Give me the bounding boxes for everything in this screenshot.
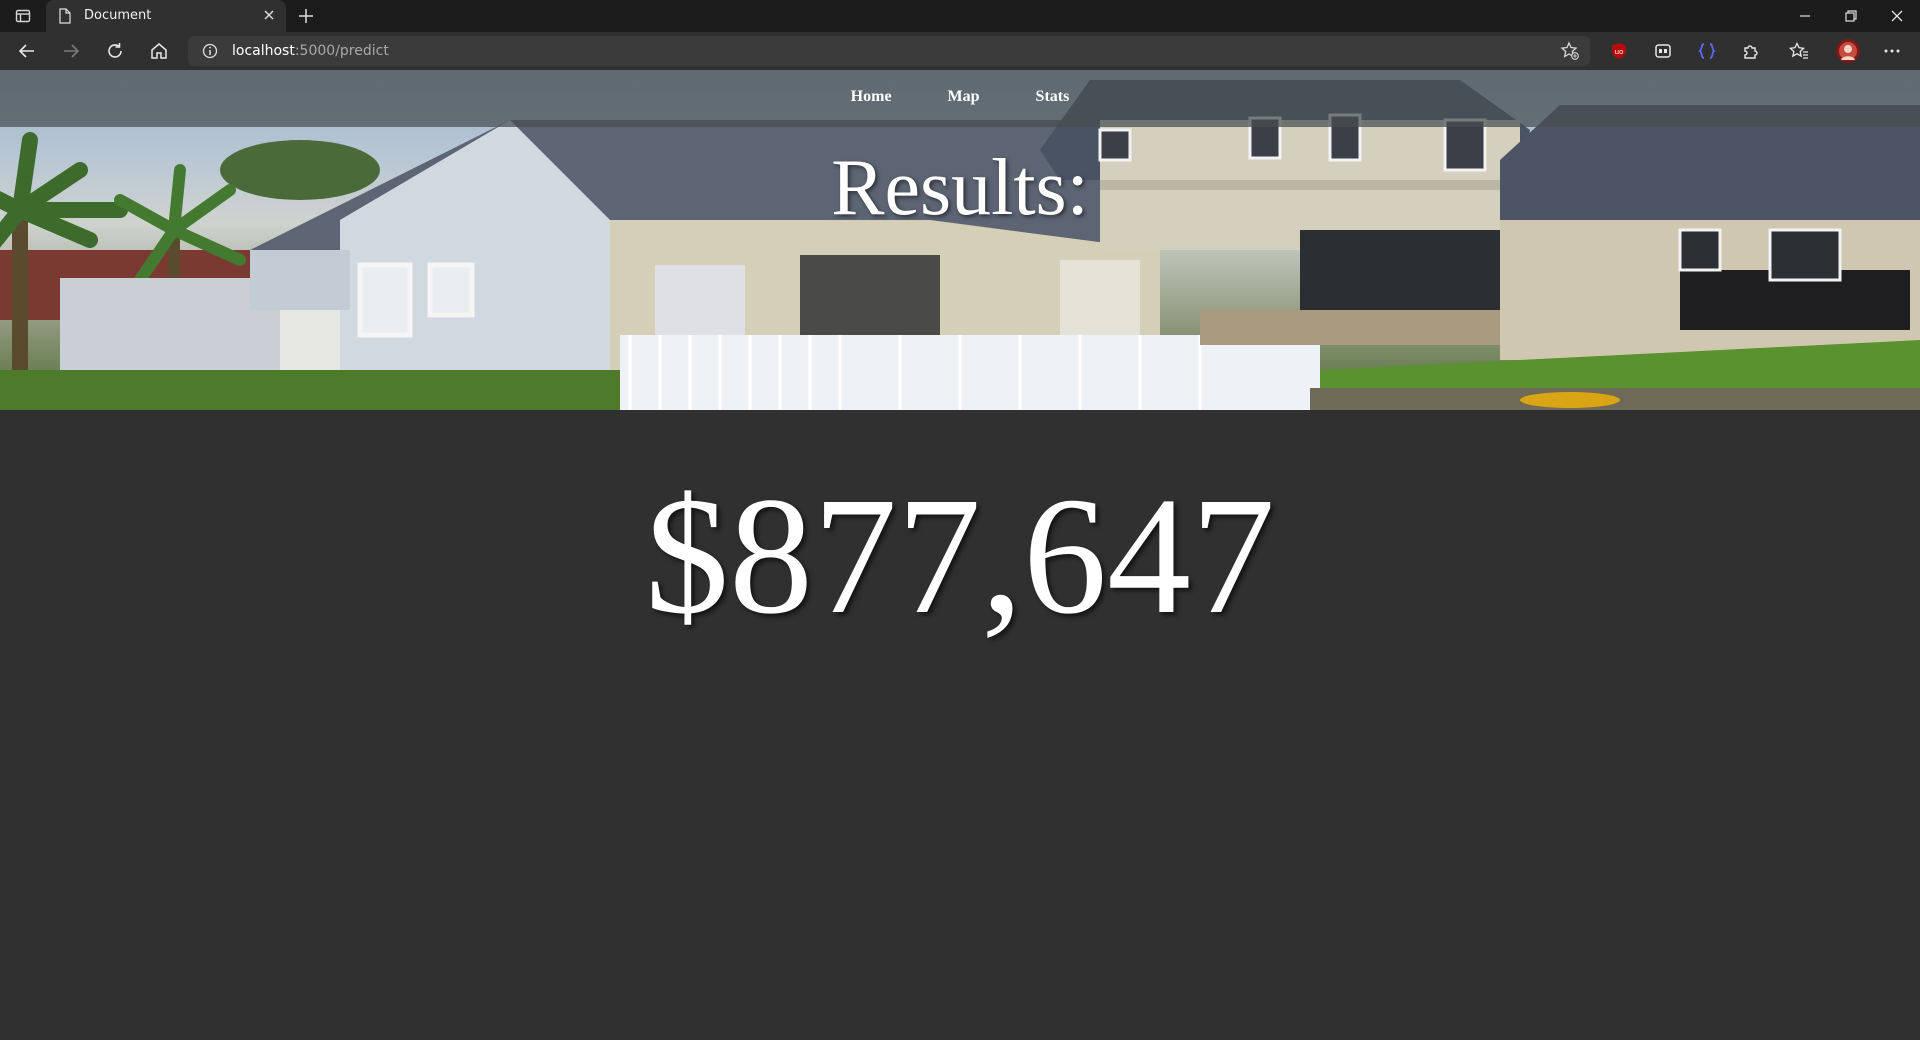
hero-banner: Home Map Stats Results: <box>0 70 1920 410</box>
refresh-icon <box>108 43 122 58</box>
forward-arrow-icon <box>64 44 80 58</box>
url-text[interactable]: localhost:5000/predict <box>232 43 389 59</box>
url-path: :5000/predict <box>294 43 389 59</box>
document-icon <box>58 8 72 29</box>
brackets-icon[interactable] <box>1695 39 1719 63</box>
tab-actions-icon[interactable] <box>10 6 36 26</box>
extension-box-icon[interactable] <box>1651 39 1675 63</box>
favorites-icon[interactable] <box>1787 39 1811 63</box>
browser-tab[interactable]: Document <box>46 0 286 32</box>
more-icon[interactable] <box>1880 39 1904 63</box>
puzzle-icon[interactable] <box>1739 39 1763 63</box>
page-title: Results: <box>831 144 1089 232</box>
restore-icon <box>1845 10 1857 22</box>
browser-toolbar: localhost:5000/predict uo <box>0 32 1920 70</box>
ublock-icon[interactable]: uo <box>1607 39 1631 63</box>
top-navigation-bar: Home Map Stats <box>0 70 1920 127</box>
predicted-price: $877,647 <box>645 463 1275 649</box>
nav-link-home[interactable]: Home <box>851 88 892 106</box>
url-host: localhost <box>232 43 295 59</box>
home-icon <box>151 43 167 59</box>
info-icon[interactable] <box>202 43 218 64</box>
forward-button[interactable] <box>59 39 83 63</box>
star-add-icon[interactable] <box>1560 41 1580 66</box>
restore-button[interactable] <box>1828 0 1874 32</box>
minimize-icon <box>1800 15 1810 17</box>
tab-title: Document <box>84 8 152 23</box>
close-window-button[interactable] <box>1874 0 1920 32</box>
refresh-button[interactable] <box>103 39 127 63</box>
browser-tab-bar: Document <box>0 0 1920 32</box>
close-icon[interactable] <box>262 8 276 27</box>
new-tab-button[interactable] <box>296 6 320 26</box>
home-button[interactable] <box>147 39 171 63</box>
back-arrow-icon <box>18 44 34 58</box>
svg-text:uo: uo <box>1615 48 1624 56</box>
address-bar[interactable]: localhost:5000/predict <box>188 36 1590 66</box>
close-window-icon <box>1891 10 1903 22</box>
avatar[interactable] <box>1834 37 1862 65</box>
nav-link-stats[interactable]: Stats <box>1036 88 1070 106</box>
plus-icon <box>299 9 313 23</box>
nav-link-map[interactable]: Map <box>948 88 980 106</box>
minimize-button[interactable] <box>1782 0 1828 32</box>
back-button[interactable] <box>15 39 39 63</box>
